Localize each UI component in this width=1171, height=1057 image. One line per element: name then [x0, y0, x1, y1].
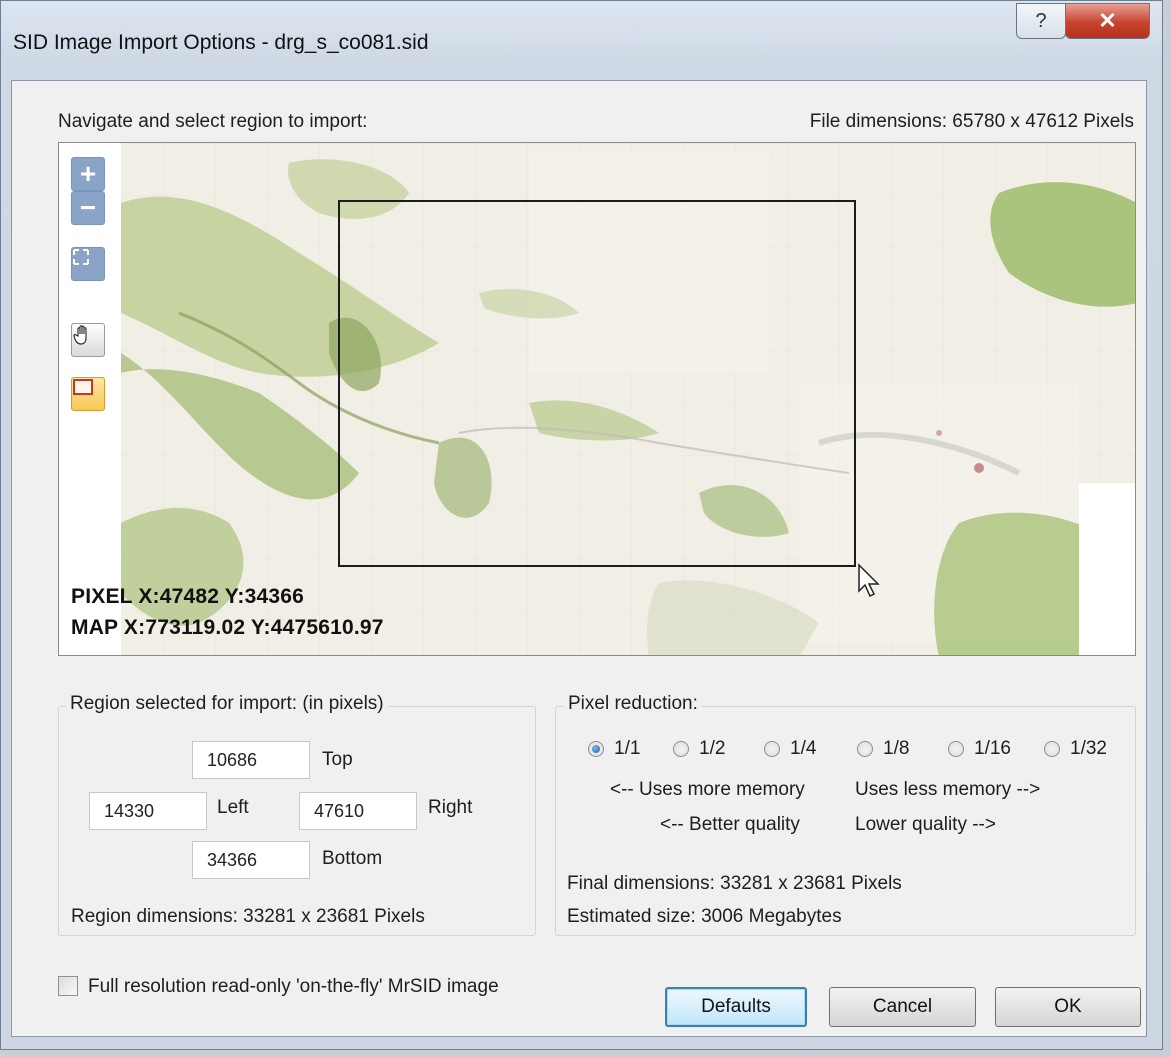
map-preview[interactable]: + − PIXEL X:47482 Y:34366 MAP X:773119.0… — [58, 142, 1136, 656]
region-top-input[interactable] — [192, 741, 310, 779]
question-mark-icon: ? — [1035, 9, 1047, 32]
title-bar[interactable]: SID Image Import Options - drg_s_co081.s… — [1, 1, 1162, 81]
select-region-tool-button[interactable] — [71, 377, 105, 411]
reduction-option-1-4[interactable]: 1/4 — [764, 738, 816, 760]
x-close-icon: ✕ — [1098, 8, 1117, 33]
on-the-fly-checkbox[interactable] — [58, 976, 78, 996]
defaults-button[interactable]: Defaults — [665, 987, 807, 1027]
region-right-label: Right — [428, 797, 473, 818]
close-button[interactable]: ✕ — [1065, 3, 1150, 39]
reduction-option-1-16[interactable]: 1/16 — [948, 738, 1011, 760]
less-memory-hint: Uses less memory --> — [855, 779, 1041, 800]
lower-quality-hint: Lower quality --> — [855, 814, 996, 835]
region-group-title: Region selected for import: (in pixels) — [66, 693, 388, 715]
radio-icon — [948, 741, 964, 757]
mouse-cursor-icon — [858, 563, 880, 598]
window-title: SID Image Import Options - drg_s_co081.s… — [13, 31, 429, 54]
pixel-reduction-title: Pixel reduction: — [564, 693, 702, 715]
reduction-option-1-32[interactable]: 1/32 — [1044, 738, 1107, 760]
plus-icon: + — [79, 158, 97, 189]
map-coordinate-readout: MAP X:773119.02 Y:4475610.97 — [71, 616, 384, 639]
region-left-input[interactable] — [89, 792, 207, 830]
ok-button[interactable]: OK — [995, 987, 1141, 1027]
zoom-out-button[interactable]: − — [71, 191, 105, 225]
final-dimensions-label: Final dimensions: 33281 x 23681 Pixels — [567, 873, 902, 894]
radio-icon — [857, 741, 873, 757]
zoom-extent-button[interactable] — [71, 247, 105, 281]
reduction-option-1-1[interactable]: 1/1 — [588, 738, 640, 760]
map-panel-label: Navigate and select region to import: — [58, 111, 368, 132]
region-bottom-input[interactable] — [192, 841, 310, 879]
hand-icon — [73, 325, 87, 345]
better-quality-hint: <-- Better quality — [660, 814, 800, 835]
radio-selected-icon — [588, 741, 604, 757]
radio-icon — [1044, 741, 1060, 757]
region-left-label: Left — [217, 797, 249, 818]
zoom-in-button[interactable]: + — [71, 157, 105, 191]
radio-icon — [673, 741, 689, 757]
dialog-client-area: Navigate and select region to import: Fi… — [11, 80, 1147, 1037]
region-dimensions-label: Region dimensions: 33281 x 23681 Pixels — [71, 906, 425, 927]
region-top-label: Top — [322, 749, 353, 770]
reduction-option-1-2[interactable]: 1/2 — [673, 738, 725, 760]
file-dimensions-label: File dimensions: 65780 x 47612 Pixels — [809, 111, 1134, 132]
expand-icon — [73, 249, 89, 265]
more-memory-hint: <-- Uses more memory — [610, 779, 805, 800]
rectangle-select-icon — [73, 379, 93, 395]
radio-icon — [764, 741, 780, 757]
region-bottom-label: Bottom — [322, 848, 383, 869]
region-right-input[interactable] — [299, 792, 417, 830]
pan-tool-button[interactable] — [71, 323, 105, 357]
cancel-button[interactable]: Cancel — [829, 987, 976, 1027]
reduction-option-1-8[interactable]: 1/8 — [857, 738, 909, 760]
estimated-size-label: Estimated size: 3006 Megabytes — [567, 906, 842, 927]
minus-icon: − — [79, 192, 97, 223]
selection-rectangle[interactable] — [338, 200, 856, 567]
on-the-fly-checkbox-label[interactable]: Full resolution read-only 'on-the-fly' M… — [88, 976, 499, 998]
dialog-window: SID Image Import Options - drg_s_co081.s… — [0, 0, 1163, 1050]
help-button[interactable]: ? — [1016, 3, 1066, 39]
pixel-coordinate-readout: PIXEL X:47482 Y:34366 — [71, 585, 305, 608]
